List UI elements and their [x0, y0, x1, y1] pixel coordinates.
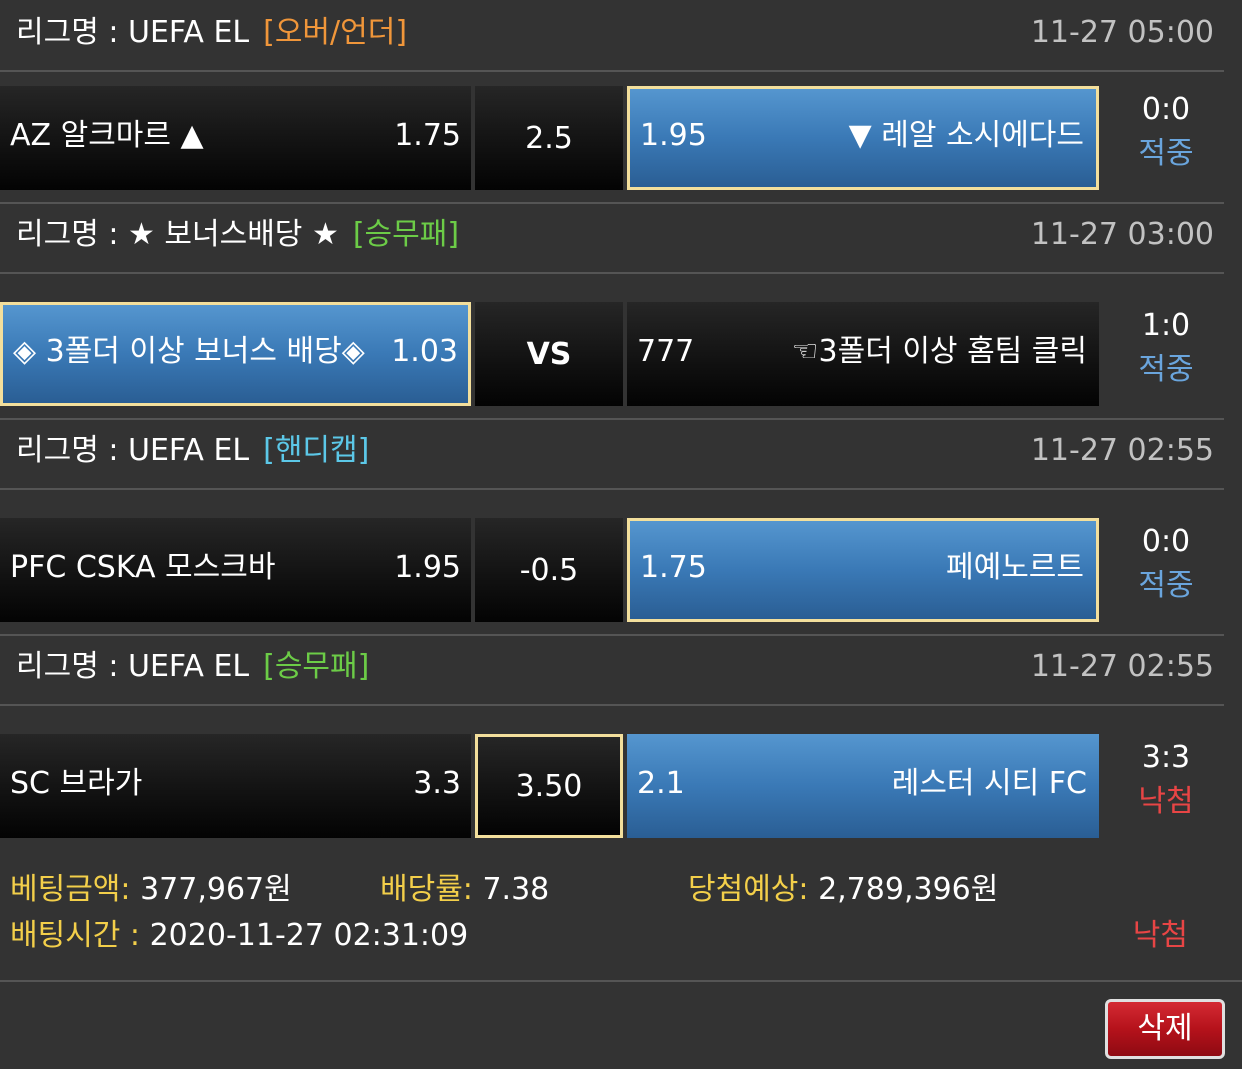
- match-row: ◈ 3폴더 이상 보너스 배당◈ 1.03 VS 777 ☜3폴더 이상 홈팀 …: [0, 302, 1224, 406]
- result-status: 적중: [1138, 568, 1194, 603]
- home-team-name: SC 브라가: [10, 766, 143, 801]
- league-name-text: 리그명 : UEFA EL: [16, 433, 250, 468]
- bet-amount: 베팅금액: 377,967원: [10, 864, 292, 908]
- line-cell[interactable]: -0.5: [475, 518, 623, 622]
- line-cell[interactable]: VS: [475, 302, 623, 406]
- match-score: 3:3: [1141, 740, 1191, 775]
- away-team-name: 페예노르트: [946, 550, 1084, 585]
- bet-type-label: [핸디캡]: [263, 433, 370, 468]
- bet-type-label: [오버/언더]: [263, 15, 408, 50]
- away-odds: 1.75: [640, 550, 707, 585]
- bet-type-label: [승무패]: [352, 217, 460, 252]
- match-row: AZ 알크마르 ▲ 1.75 2.5 1.95 ▼ 레알 소시에다드 0:0 적…: [0, 86, 1224, 190]
- home-odds: 1.03: [391, 334, 458, 369]
- bet-time: 배팅시간 : 2020-11-27 02:31:09: [10, 910, 468, 954]
- league-header: 리그명 : UEFA EL [승무패] 11-27 02:55: [0, 634, 1224, 706]
- match-result: 3:3 낙첨: [1108, 734, 1224, 838]
- draw-odds: 3.50: [515, 769, 583, 804]
- match-score: 0:0: [1141, 92, 1191, 127]
- home-team-name: AZ 알크마르 ▲: [10, 118, 204, 153]
- home-odds: 3.3: [413, 766, 461, 801]
- delete-button[interactable]: 삭제: [1105, 999, 1225, 1059]
- league-name-text: 리그명 : UEFA EL: [16, 649, 250, 684]
- league-name: 리그명 : UEFA EL [오버/언더]: [16, 0, 407, 70]
- league-name: 리그명 : UEFA EL [핸디캡]: [16, 418, 369, 488]
- league-name-text: 리그명 : ★ 보너스배당 ★: [16, 217, 339, 252]
- line-cell[interactable]: 2.5: [475, 86, 623, 190]
- away-team-name: ▼ 레알 소시에다드: [848, 118, 1084, 153]
- league-name: 리그명 : UEFA EL [승무패]: [16, 634, 369, 704]
- home-odds: 1.75: [394, 118, 461, 153]
- home-odds: 1.95: [394, 550, 461, 585]
- home-team-name: PFC CSKA 모스크바: [10, 550, 276, 585]
- league-header: 리그명 : UEFA EL [핸디캡] 11-27 02:55: [0, 418, 1224, 490]
- match-result: 0:0 적중: [1108, 518, 1224, 622]
- league-header: 리그명 : ★ 보너스배당 ★ [승무패] 11-27 03:00: [0, 202, 1224, 274]
- match-time: 11-27 05:00: [1030, 15, 1214, 50]
- match-result: 1:0 적중: [1108, 302, 1224, 406]
- home-team-cell-selected[interactable]: ◈ 3폴더 이상 보너스 배당◈ 1.03: [0, 302, 471, 406]
- away-team-cell-selected[interactable]: 1.95 ▼ 레알 소시에다드: [627, 86, 1099, 190]
- bet-time-label: 배팅시간 :: [10, 918, 141, 953]
- bet-summary: 베팅금액: 377,967원 배당률: 7.38 당첨예상: 2,789,396…: [0, 856, 1224, 980]
- expected-win-label: 당첨예상:: [688, 872, 809, 907]
- bet-type-label: [승무패]: [263, 649, 370, 684]
- match-score: 1:0: [1141, 308, 1191, 343]
- league-name: 리그명 : ★ 보너스배당 ★ [승무패]: [16, 202, 459, 272]
- home-team-name: ◈ 3폴더 이상 보너스 배당◈: [13, 334, 365, 369]
- match-time: 11-27 03:00: [1030, 217, 1214, 252]
- away-team-name: 레스터 시티 FC: [891, 766, 1087, 801]
- draw-cell-selected[interactable]: 3.50: [475, 734, 623, 838]
- match-result: 0:0 적중: [1108, 86, 1224, 190]
- odds-rate-label: 배당률:: [380, 872, 473, 907]
- away-odds: 1.95: [640, 118, 707, 153]
- line-value: 2.5: [525, 121, 573, 156]
- match-time: 11-27 02:55: [1030, 649, 1214, 684]
- versus-label: VS: [526, 337, 572, 372]
- bet-result-status: 낙첨: [1132, 918, 1188, 953]
- line-value: -0.5: [519, 553, 579, 588]
- odds-rate-value: 7.38: [482, 872, 550, 907]
- expected-win-value: 2,789,396원: [818, 872, 999, 907]
- away-odds: 777: [637, 334, 695, 369]
- away-team-name: ☜3폴더 이상 홈팀 클릭: [791, 334, 1087, 369]
- away-team-cell[interactable]: 777 ☜3폴더 이상 홈팀 클릭: [627, 302, 1099, 406]
- away-team-cell-selected[interactable]: 1.75 페예노르트: [627, 518, 1099, 622]
- odds-rate: 배당률: 7.38: [380, 864, 549, 908]
- bet-amount-label: 베팅금액:: [10, 872, 131, 907]
- bet-time-value: 2020-11-27 02:31:09: [149, 918, 469, 953]
- expected-win: 당첨예상: 2,789,396원: [688, 864, 998, 908]
- match-row: SC 브라가 3.3 3.50 2.1 레스터 시티 FC 3:3 낙첨: [0, 734, 1224, 838]
- league-name-text: 리그명 : UEFA EL: [16, 15, 250, 50]
- bet-amount-value: 377,967원: [140, 872, 292, 907]
- home-team-cell[interactable]: AZ 알크마르 ▲ 1.75: [0, 86, 471, 190]
- match-time: 11-27 02:55: [1030, 433, 1214, 468]
- match-row: PFC CSKA 모스크바 1.95 -0.5 1.75 페예노르트 0:0 적…: [0, 518, 1224, 622]
- result-status: 적중: [1138, 136, 1194, 171]
- away-odds: 2.1: [637, 766, 685, 801]
- match-score: 0:0: [1141, 524, 1191, 559]
- result-status: 적중: [1138, 352, 1194, 387]
- league-header: 리그명 : UEFA EL [오버/언더] 11-27 05:00: [0, 0, 1224, 72]
- home-team-cell[interactable]: PFC CSKA 모스크바 1.95: [0, 518, 471, 622]
- home-team-cell[interactable]: SC 브라가 3.3: [0, 734, 471, 838]
- result-status: 낙첨: [1138, 784, 1194, 819]
- away-team-cell[interactable]: 2.1 레스터 시티 FC: [627, 734, 1099, 838]
- divider: [0, 980, 1242, 982]
